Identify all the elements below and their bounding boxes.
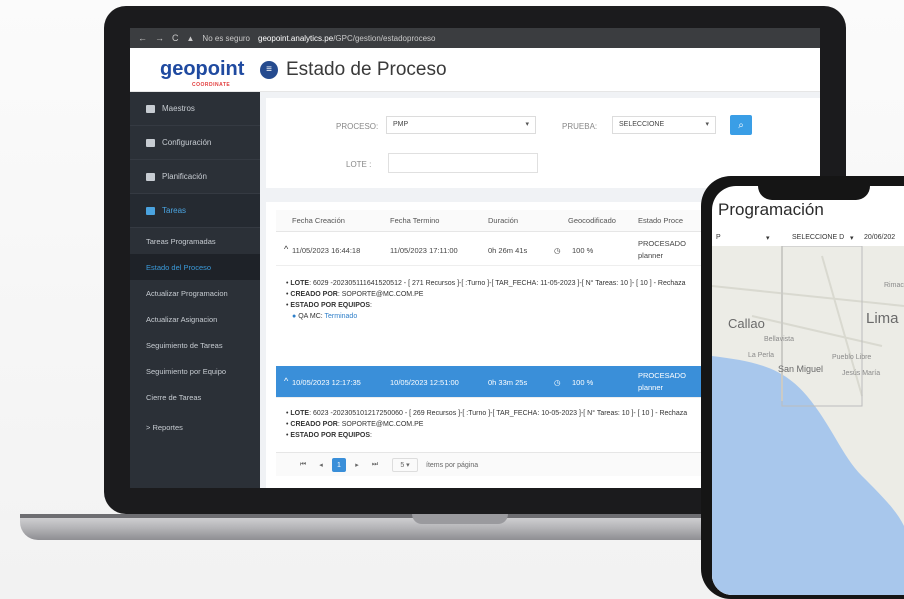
app-header: geopoint COORDINATE ≡ Estado de Proceso (130, 48, 820, 92)
col-duracion[interactable]: Duración (488, 216, 518, 225)
caret-down-icon: ▾ (525, 121, 529, 128)
proceso-select[interactable]: PMP ▾ (386, 116, 536, 134)
phone-title: Programación (718, 200, 824, 219)
caret-down-icon: ▾ (705, 121, 709, 128)
map-graphic (712, 245, 904, 595)
security-label: No es seguro (202, 33, 251, 43)
col-fecha-termino[interactable]: Fecha Termino (390, 216, 439, 225)
first-page-icon[interactable]: ⏮ (296, 458, 310, 472)
sidebar-item-planificacion[interactable]: Planificación (130, 160, 260, 194)
back-icon[interactable]: ← (138, 33, 147, 43)
forward-icon[interactable]: → (155, 33, 164, 43)
lote-input[interactable] (388, 153, 538, 173)
info-icon: ● (292, 313, 297, 320)
phone-map[interactable]: Rimac Callao Lima Bellavista La Perla Sa… (712, 245, 904, 595)
caret-down-icon: ▾ (850, 235, 854, 242)
prev-page-icon[interactable]: ◂ (314, 458, 328, 472)
last-page-icon[interactable]: ⏭ (368, 458, 382, 472)
sidebar-sub-seguimiento-tareas[interactable]: Seguimiento de Tareas (130, 332, 260, 358)
col-geocodificado[interactable]: Geocodificado (568, 216, 616, 225)
next-page-icon[interactable]: ▸ (350, 458, 364, 472)
page-number-current[interactable]: 1 (332, 458, 346, 472)
collapse-chevron-icon[interactable]: ^ (284, 376, 288, 386)
list-icon (146, 206, 155, 215)
per-page-select[interactable]: 5 ▾ (392, 458, 418, 472)
list-icon (146, 172, 155, 181)
lote-label: LOTE : (346, 160, 372, 169)
per-page-label: ítems por página (426, 461, 479, 469)
page-title: Estado de Proceso (286, 58, 447, 80)
list-icon (146, 104, 155, 113)
browser-address-bar: ← → C ▲ No es seguro geopoint.analytics.… (130, 28, 820, 48)
filter-panel: PROCESO: PMP ▾ PRUEBA: SELECCIONE ▾ ⌕ LO… (266, 98, 820, 188)
search-button[interactable]: ⌕ (730, 115, 752, 135)
phone-date-field[interactable]: 20/06/202 (864, 234, 895, 241)
sidebar-sub-estado-proceso[interactable]: Estado del Proceso (130, 254, 260, 280)
sidebar-sub-tareas-programadas[interactable]: Tareas Programadas (130, 228, 260, 254)
prueba-label: PRUEBA: (562, 122, 598, 131)
proceso-label: PROCESO: (336, 122, 379, 131)
menu-list-icon[interactable]: ≡ (260, 60, 278, 79)
phone-filter-bar: P ▾ SELECCIONE D ▾ 20/06/202 (716, 234, 896, 242)
sidebar: Maestros Configuración Planificación Tar… (130, 92, 260, 488)
clock-icon: ◷ (554, 378, 561, 387)
phone-notch (758, 180, 870, 200)
clock-icon: ◷ (554, 246, 561, 255)
url-field[interactable]: geopoint.analytics.pe/GPC/gestion/estado… (258, 34, 435, 43)
sidebar-item-tareas[interactable]: Tareas (130, 194, 260, 228)
sidebar-sub-actualizar-programacion[interactable]: Actualizar Programacion (130, 280, 260, 306)
list-icon (146, 138, 155, 147)
laptop-base (20, 514, 780, 540)
sidebar-item-maestros[interactable]: Maestros (130, 92, 260, 126)
sidebar-sub-seguimiento-equipo[interactable]: Seguimiento por Equipo (130, 358, 260, 384)
row-detail-2: • LOTE: 6023 -20230510121725006​0 - [ 26… (286, 410, 688, 439)
prueba-select[interactable]: SELECCIONE ▾ (612, 116, 716, 134)
sidebar-item-reportes[interactable]: > Reportes (130, 414, 260, 440)
laptop-hinge-notch (412, 514, 508, 524)
geopoint-logo[interactable]: geopoint COORDINATE (130, 58, 260, 88)
caret-down-icon: ▾ (766, 235, 770, 242)
search-icon: ⌕ (738, 119, 744, 131)
col-estado-proceso[interactable]: Estado Proce (638, 216, 683, 225)
row-detail-1: • LOTE: 6029 -20230511164152051​2 - [ 27… (286, 280, 686, 320)
sidebar-sub-actualizar-asignacion[interactable]: Actualizar Asignacion (130, 306, 260, 332)
col-fecha-creacion[interactable]: Fecha Creación (292, 216, 345, 225)
marketing-stage: ← → C ▲ No es seguro geopoint.analytics.… (0, 0, 904, 599)
phone-filter-select[interactable]: SELECCIONE D (792, 234, 844, 241)
reload-icon[interactable]: C (172, 33, 179, 43)
sidebar-sub-cierre-tareas[interactable]: Cierre de Tareas (130, 384, 260, 410)
warning-icon: ▲ (186, 33, 195, 43)
collapse-chevron-icon[interactable]: ^ (284, 244, 288, 254)
sidebar-item-configuracion[interactable]: Configuración (130, 126, 260, 160)
phone-screen: Programación P ▾ SELECCIONE D ▾ 20/06/20… (712, 186, 904, 595)
